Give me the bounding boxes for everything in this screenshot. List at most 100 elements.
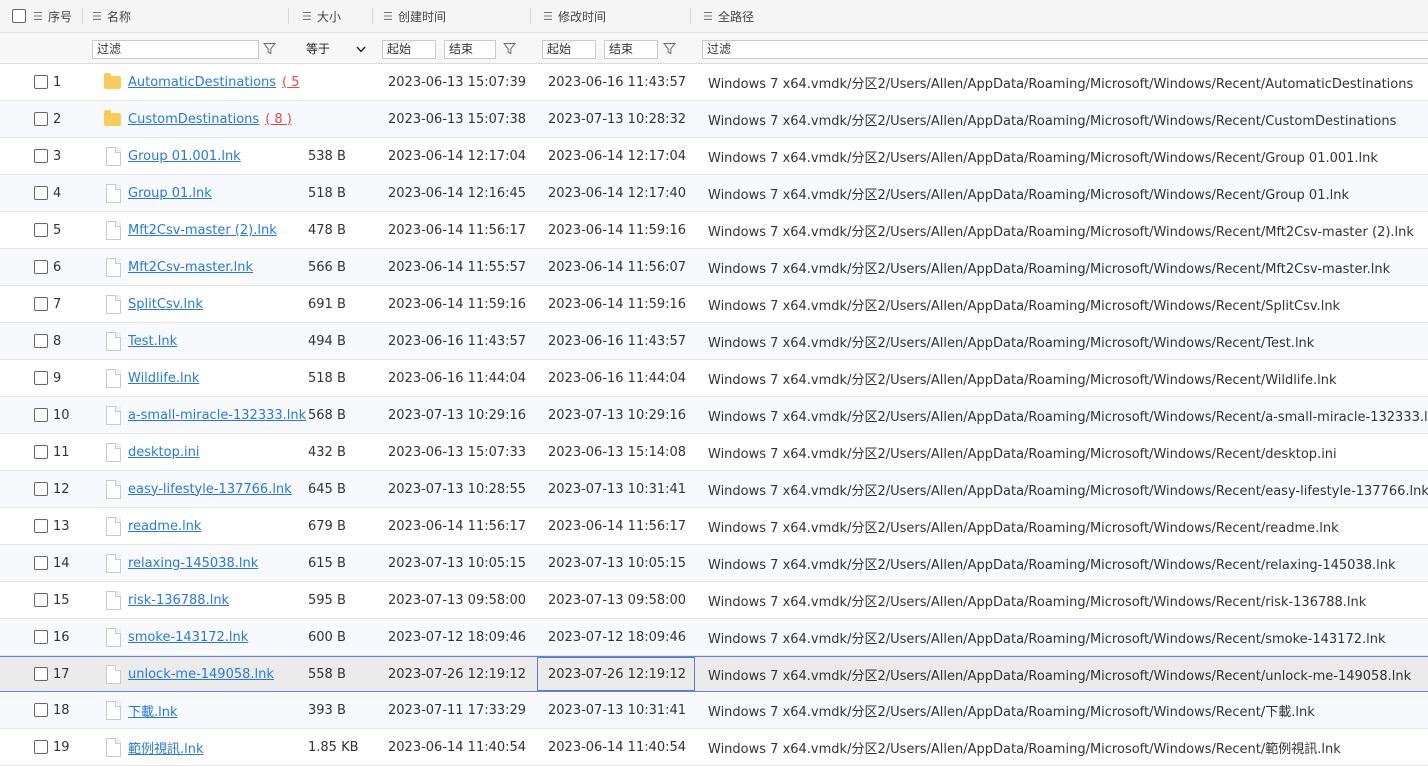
column-menu-icon[interactable]: ☰ [33,10,43,23]
row-checkbox[interactable] [34,556,48,570]
row-checkbox-cell[interactable] [34,101,48,137]
row-checkbox[interactable] [34,482,48,496]
child-count-link[interactable]: ( 8 ) [265,112,292,127]
created-filter-icon[interactable] [503,42,516,55]
row-checkbox[interactable] [34,149,48,163]
row-checkbox[interactable] [34,297,48,311]
row-checkbox-cell[interactable] [34,582,48,618]
column-menu-icon[interactable]: ☰ [383,10,393,23]
row-checkbox[interactable] [34,75,48,89]
file-name-link[interactable]: a-small-miracle-132333.lnk [128,408,306,423]
row-checkbox-cell[interactable] [34,323,48,359]
file-name-link[interactable]: Group 01.001.lnk [128,149,241,164]
row-checkbox[interactable] [34,334,48,348]
table-row[interactable]: 11 desktop.ini 432 B 2023-06-13 15:07:33… [0,434,1428,471]
select-all-cell[interactable] [12,0,26,32]
row-checkbox[interactable] [34,186,48,200]
column-divider[interactable] [690,8,691,24]
row-checkbox[interactable] [34,445,48,459]
created-start-input[interactable]: 起始 [382,40,436,59]
row-checkbox-cell[interactable] [34,434,48,470]
file-name-link[interactable]: 範例視訊.lnk [128,738,204,757]
column-divider[interactable] [82,8,83,24]
row-checkbox-cell[interactable] [34,692,48,728]
modified-filter-icon[interactable] [663,42,676,55]
select-all-checkbox[interactable] [12,9,26,23]
file-name-link[interactable]: desktop.ini [128,445,199,460]
row-checkbox[interactable] [34,519,48,533]
child-count-link[interactable]: ( 5 [282,75,299,90]
row-checkbox-cell[interactable] [34,545,48,581]
row-checkbox[interactable] [34,703,48,717]
file-name-link[interactable]: SplitCsv.lnk [128,297,203,312]
row-checkbox-cell[interactable] [34,657,48,691]
row-checkbox-cell[interactable] [34,286,48,322]
header-size[interactable]: ☰ 大小 [302,0,341,32]
file-name-link[interactable]: Group 01.lnk [128,186,212,201]
table-row[interactable]: 5 Mft2Csv-master (2).lnk 478 B 2023-06-1… [0,212,1428,249]
file-name-link[interactable]: Wildlife.lnk [128,371,199,386]
modified-end-input[interactable]: 结束 [604,40,658,59]
row-checkbox[interactable] [34,408,48,422]
name-filter-icon[interactable] [263,42,276,55]
size-operator-select[interactable]: 等于 [306,40,368,59]
table-row[interactable]: 16 smoke-143172.lnk 600 B 2023-07-12 18:… [0,619,1428,656]
header-seq[interactable]: ☰ 序号 [33,0,72,32]
table-row[interactable]: 4 Group 01.lnk 518 B 2023-06-14 12:16:45… [0,175,1428,212]
row-checkbox-cell[interactable] [34,471,48,507]
file-name-link[interactable]: CustomDestinations [128,112,259,127]
row-checkbox-cell[interactable] [34,138,48,174]
table-row[interactable]: 18 下載.lnk 393 B 2023-07-11 17:33:29 2023… [0,692,1428,729]
table-row[interactable]: 7 SplitCsv.lnk 691 B 2023-06-14 11:59:16… [0,286,1428,323]
row-checkbox-cell[interactable] [34,360,48,396]
row-checkbox[interactable] [34,260,48,274]
file-name-link[interactable]: smoke-143172.lnk [128,630,248,645]
table-row[interactable]: 10 a-small-miracle-132333.lnk 568 B 2023… [0,397,1428,434]
row-checkbox[interactable] [34,667,48,681]
file-name-link[interactable]: AutomaticDestinations [128,75,276,90]
table-row[interactable]: 2 CustomDestinations ( 8 ) 2023-06-13 15… [0,101,1428,138]
header-modified[interactable]: ☰ 修改时间 [543,0,606,32]
header-path[interactable]: ☰ 全路径 [703,0,754,32]
column-divider[interactable] [372,8,373,24]
table-row[interactable]: 14 relaxing-145038.lnk 615 B 2023-07-13 … [0,545,1428,582]
column-menu-icon[interactable]: ☰ [703,10,713,23]
row-checkbox-cell[interactable] [34,64,48,100]
column-divider[interactable] [288,8,289,24]
file-name-link[interactable]: unlock-me-149058.lnk [128,667,274,682]
modified-start-input[interactable]: 起始 [542,40,596,59]
row-checkbox-cell[interactable] [34,508,48,544]
row-checkbox[interactable] [34,593,48,607]
row-checkbox-cell[interactable] [34,397,48,433]
file-name-link[interactable]: Mft2Csv-master (2).lnk [128,223,277,238]
table-row[interactable]: 19 範例視訊.lnk 1.85 KB 2023-06-14 11:40:54 … [0,729,1428,766]
path-filter-input[interactable]: 过滤 [702,40,1428,59]
table-row[interactable]: 17 unlock-me-149058.lnk 558 B 2023-07-26… [0,656,1428,692]
table-row[interactable]: 8 Test.lnk 494 B 2023-06-16 11:43:57 202… [0,323,1428,360]
name-filter-input[interactable]: 过滤 [92,40,259,59]
file-name-link[interactable]: risk-136788.lnk [128,593,229,608]
row-checkbox-cell[interactable] [34,729,48,765]
file-name-link[interactable]: Test.lnk [128,334,177,349]
row-checkbox[interactable] [34,223,48,237]
row-checkbox-cell[interactable] [34,249,48,285]
header-name[interactable]: ☰ 名称 [92,0,131,32]
row-checkbox-cell[interactable] [34,619,48,655]
table-row[interactable]: 6 Mft2Csv-master.lnk 566 B 2023-06-14 11… [0,249,1428,286]
row-checkbox[interactable] [34,740,48,754]
file-name-link[interactable]: 下載.lnk [128,701,178,720]
table-row[interactable]: 12 easy-lifestyle-137766.lnk 645 B 2023-… [0,471,1428,508]
column-menu-icon[interactable]: ☰ [302,10,312,23]
row-checkbox[interactable] [34,371,48,385]
file-name-link[interactable]: easy-lifestyle-137766.lnk [128,482,292,497]
table-row[interactable]: 1 AutomaticDestinations ( 5 2023-06-13 1… [0,64,1428,101]
row-checkbox[interactable] [34,112,48,126]
header-created[interactable]: ☰ 创建时间 [383,0,446,32]
table-row[interactable]: 9 Wildlife.lnk 518 B 2023-06-16 11:44:04… [0,360,1428,397]
file-name-link[interactable]: Mft2Csv-master.lnk [128,260,253,275]
column-divider[interactable] [530,8,531,24]
table-row[interactable]: 15 risk-136788.lnk 595 B 2023-07-13 09:5… [0,582,1428,619]
file-name-link[interactable]: readme.lnk [128,519,201,534]
row-checkbox-cell[interactable] [34,212,48,248]
table-row[interactable]: 3 Group 01.001.lnk 538 B 2023-06-14 12:1… [0,138,1428,175]
